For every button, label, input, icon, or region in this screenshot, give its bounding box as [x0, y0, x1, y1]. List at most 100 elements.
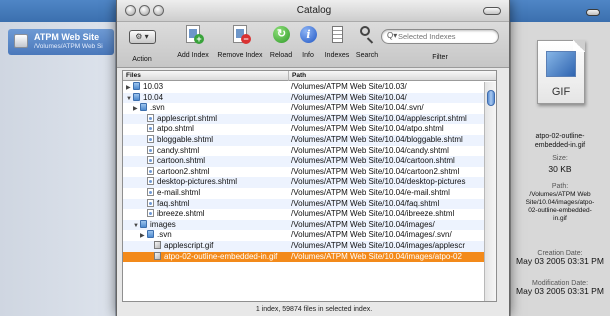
file-path: /Volumes/ATPM Web Site/10.04/candy.shtml [291, 145, 449, 155]
table-row[interactable]: atpo-02-outline-embedded-in.gif/Volumes/… [123, 251, 496, 263]
table-row[interactable]: ▶ .svn/Volumes/ATPM Web Site/10.04/images… [123, 230, 496, 241]
table-row[interactable]: ▼ 10.04/Volumes/ATPM Web Site/10.04/ [123, 92, 496, 104]
file-cell: ▶ 10.03 [123, 82, 287, 93]
disclosure-open-icon[interactable]: ▼ [126, 94, 133, 104]
file-name: atpo.shtml [157, 124, 194, 134]
info-label: Info [302, 52, 314, 59]
action-button[interactable]: ⚙ ▾ Action [125, 24, 159, 63]
document-icon [147, 113, 154, 122]
filter-input[interactable] [398, 31, 494, 42]
table-row[interactable]: ▼ images/Volumes/ATPM Web Site/10.04/imag… [123, 219, 496, 231]
indexes-button[interactable]: Indexes [321, 24, 353, 59]
table-row[interactable]: applescript.shtml/Volumes/ATPM Web Site/… [123, 113, 496, 125]
file-cell: applescript.gif [123, 240, 287, 252]
folder-icon [133, 82, 140, 90]
filter-field[interactable]: Q▾ [381, 29, 499, 44]
column-header-path[interactable]: Path [288, 71, 306, 81]
file-name: faq.shtml [157, 198, 190, 208]
file-path: /Volumes/ATPM Web Site/10.04/faq.shtml [291, 198, 440, 208]
toolbar-toggle-button[interactable] [586, 9, 600, 16]
table-row[interactable]: bloggable.shtml/Volumes/ATPM Web Site/10… [123, 134, 496, 146]
info-creation-value: May 03 2005 03:31 PM [516, 256, 604, 266]
table-row[interactable]: ▶ 10.03/Volumes/ATPM Web Site/10.03/ [123, 82, 496, 93]
file-path: /Volumes/ATPM Web Site/10.04/images/.svn… [291, 230, 452, 240]
info-modification-block: Modification Date: May 03 2005 03:31 PM [512, 280, 608, 296]
file-cell: applescript.shtml [123, 113, 287, 125]
table-row[interactable]: desktop-pictures.shtml/Volumes/ATPM Web … [123, 177, 496, 188]
file-cell: cartoon.shtml [123, 156, 287, 167]
file-kind-label: GIF [551, 86, 571, 98]
file-cell: ▼ images [123, 219, 287, 231]
background-sidebar [0, 22, 116, 316]
info-icon: i [297, 24, 319, 46]
sidebar-item-name: ATPM Web Site [34, 32, 100, 42]
file-name: ibreeze.shtml [157, 209, 205, 219]
table-row[interactable]: ▶ .svn/Volumes/ATPM Web Site/10.04/.svn/ [123, 103, 496, 114]
document-icon [147, 156, 154, 165]
file-path: /Volumes/ATPM Web Site/10.04/applescript… [291, 113, 467, 123]
reload-icon: ↻ [270, 24, 292, 46]
sidebar-item-path: /Volumes/ATPM Web Si [34, 43, 103, 50]
info-path-label: Path: [551, 183, 569, 190]
file-cell: candy.shtml [123, 145, 287, 157]
table-row[interactable]: candy.shtml/Volumes/ATPM Web Site/10.04/… [123, 145, 496, 157]
add-index-label: Add Index [177, 52, 209, 59]
folder-icon [133, 92, 140, 101]
remove-index-label: Remove Index [217, 52, 263, 59]
document-icon [147, 166, 154, 175]
sidebar-item-atpm-web-site[interactable]: ATPM Web Site /Volumes/ATPM Web Si [8, 29, 114, 55]
disclosure-closed-icon[interactable]: ▶ [126, 83, 133, 93]
info-file-name: atpo-02-outline-embedded-in.gif [534, 133, 586, 149]
table-row[interactable]: cartoon2.shtml/Volumes/ATPM Web Site/10.… [123, 166, 496, 178]
column-header-files[interactable]: Files [126, 71, 141, 81]
document-icon [147, 187, 154, 196]
table-row[interactable]: cartoon.shtml/Volumes/ATPM Web Site/10.0… [123, 156, 496, 167]
file-cell: desktop-pictures.shtml [123, 177, 287, 188]
file-path: /Volumes/ATPM Web Site/10.04/ibreeze.sht… [291, 209, 455, 219]
search-icon: Q▾ [387, 31, 398, 40]
disk-icon [14, 34, 28, 48]
file-name: 10.03 [143, 82, 164, 91]
reload-button[interactable]: ↻ Reload [267, 24, 295, 59]
folder-icon [140, 219, 147, 228]
disclosure-closed-icon[interactable]: ▶ [133, 104, 140, 114]
info-path-block: Path: /Volumes/ATPM Web Site/10.04/image… [512, 183, 608, 223]
files-table: Files Path ▶ 10.03/Volumes/ATPM Web Site/… [122, 70, 497, 302]
file-path: /Volumes/ATPM Web Site/10.04/images/ [291, 219, 435, 229]
table-row[interactable]: faq.shtml/Volumes/ATPM Web Site/10.04/fa… [123, 198, 496, 210]
remove-index-button[interactable]: − Remove Index [215, 24, 265, 59]
gear-icon: ⚙ ▾ [128, 30, 156, 44]
minus-icon: − [241, 34, 251, 44]
info-size-block: Size: 30 KB [512, 155, 608, 174]
window-titlebar: Catalog [117, 0, 509, 22]
disclosure-open-icon[interactable]: ▼ [133, 221, 140, 231]
toolbar-toggle-button[interactable] [483, 7, 501, 15]
file-path: /Volumes/ATPM Web Site/10.04/cartoon.sht… [291, 156, 455, 166]
info-creation-block: Creation Date: May 03 2005 03:31 PM [512, 250, 608, 266]
table-header: Files Path [123, 71, 496, 81]
file-name: cartoon2.shtml [157, 166, 210, 176]
vertical-scrollbar[interactable] [484, 82, 496, 301]
file-cell: bloggable.shtml [123, 134, 287, 146]
toolbar: ⚙ ▾ Action + Add Index − Remove Index ↻ … [117, 22, 509, 68]
file-path: /Volumes/ATPM Web Site/10.04/desktop-pic… [291, 177, 466, 187]
scrollbar-thumb[interactable] [487, 90, 495, 106]
table-row[interactable]: applescript.gif/Volumes/ATPM Web Site/10… [123, 240, 496, 252]
file-cell: e-mail.shtml [123, 187, 287, 199]
add-index-button[interactable]: + Add Index [173, 24, 213, 59]
table-row[interactable]: ibreeze.shtml/Volumes/ATPM Web Site/10.0… [123, 209, 496, 220]
disclosure-closed-icon[interactable]: ▶ [140, 231, 147, 241]
document-icon [147, 198, 154, 207]
file-path: /Volumes/ATPM Web Site/10.04/atpo.shtml [291, 124, 444, 134]
file-path: /Volumes/ATPM Web Site/10.04/e-mail.shtm… [291, 187, 450, 197]
search-button[interactable]: Search [353, 24, 381, 59]
table-row[interactable]: atpo.shtml/Volumes/ATPM Web Site/10.04/a… [123, 124, 496, 135]
file-cell: ▶ .svn [123, 103, 287, 114]
info-filename-block: atpo-02-outline-embedded-in.gif [512, 132, 608, 150]
file-path: /Volumes/ATPM Web Site/10.04/images/appl… [291, 240, 466, 250]
catalog-window: Catalog ⚙ ▾ Action + Add Index − Remove … [116, 0, 510, 316]
document-icon [147, 124, 154, 133]
info-button[interactable]: i Info [297, 24, 319, 59]
table-row[interactable]: e-mail.shtml/Volumes/ATPM Web Site/10.04… [123, 187, 496, 199]
indexes-label: Indexes [324, 52, 350, 59]
